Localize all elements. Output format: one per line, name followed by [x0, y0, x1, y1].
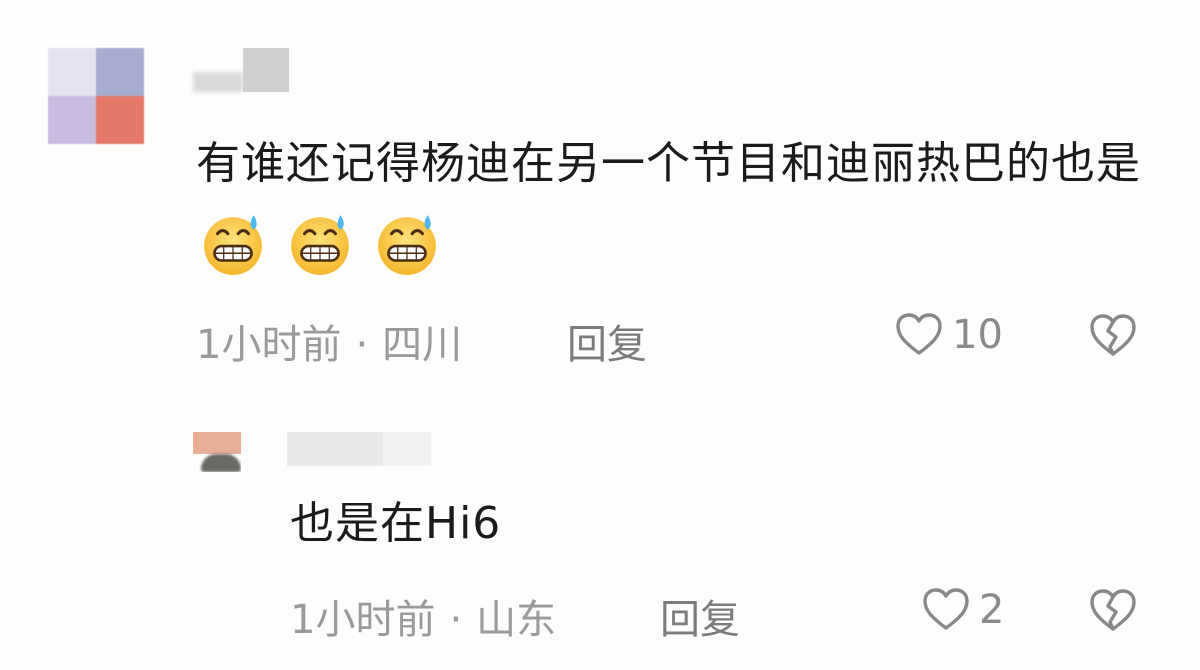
avatar-tile: [201, 454, 241, 472]
redaction-block: [193, 72, 243, 92]
redaction-block: [243, 48, 289, 92]
redaction-block: [383, 432, 431, 466]
avatar-tile: [48, 48, 96, 96]
like-button[interactable]: 2: [921, 585, 1004, 635]
avatar-tile: [96, 96, 144, 144]
username-redacted[interactable]: [193, 48, 289, 92]
comment-thread: 有谁还记得杨迪在另一个节目和迪丽热巴的也是 1小时前 · 四川 回复 10 也是…: [0, 0, 1200, 670]
reply-meta: 1小时前 · 山东: [290, 587, 556, 645]
heart-outline-icon: [923, 588, 969, 630]
heart-outline-icon: [896, 313, 942, 355]
broken-heart-icon[interactable]: [1088, 586, 1138, 636]
meta-separator: ·: [449, 597, 463, 643]
location: 山东: [476, 597, 557, 643]
timestamp: 1小时前: [196, 322, 342, 368]
avatar-tile: [96, 48, 144, 96]
emoji-group: [200, 204, 446, 280]
meta-separator: ·: [355, 322, 369, 368]
like-count: 2: [979, 587, 1005, 633]
sweat-grin-emoji-icon: [378, 215, 436, 275]
redaction-block: [287, 432, 383, 466]
sweat-grin-emoji-icon: [204, 215, 262, 275]
reply-button[interactable]: 回复: [660, 587, 740, 645]
avatar[interactable]: [48, 48, 144, 144]
sweat-grin-emoji-icon: [291, 215, 349, 275]
like-button[interactable]: 10: [894, 310, 1003, 360]
avatar[interactable]: [193, 432, 241, 472]
comment-meta: 1小时前 · 四川: [196, 312, 462, 370]
like-count: 10: [952, 312, 1003, 358]
location: 四川: [382, 322, 463, 368]
avatar-tile: [193, 432, 241, 454]
timestamp: 1小时前: [290, 597, 436, 643]
username-redacted[interactable]: [287, 432, 431, 466]
comment-body: 有谁还记得杨迪在另一个节目和迪丽热巴的也是: [196, 138, 1141, 189]
comment-text: 有谁还记得杨迪在另一个节目和迪丽热巴的也是: [196, 126, 1176, 280]
reply-text: 也是在Hi6: [290, 498, 502, 549]
reply-button[interactable]: 回复: [567, 312, 647, 370]
avatar-tile: [48, 96, 96, 144]
broken-heart-icon[interactable]: [1088, 311, 1138, 361]
